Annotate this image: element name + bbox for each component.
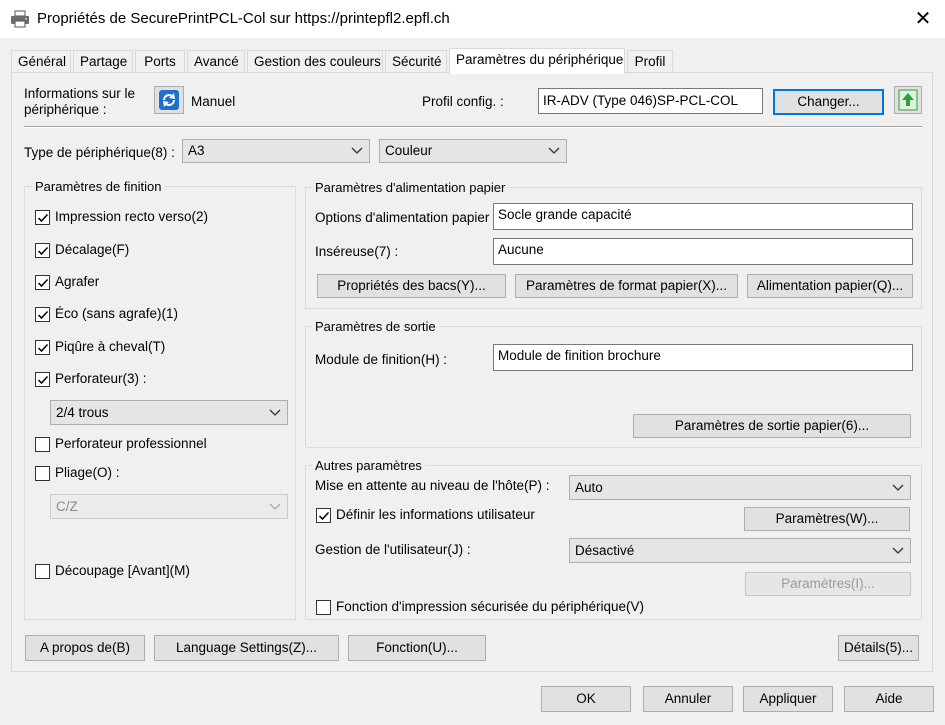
chevron-down-icon xyxy=(892,484,904,491)
close-icon[interactable]: ✕ xyxy=(908,4,938,34)
device-info-label: Informations sur le périphérique : xyxy=(24,86,136,117)
window-title: Propriétés de SecurePrintPCL-Col sur htt… xyxy=(37,10,450,27)
chevron-down-icon xyxy=(269,409,281,416)
inserter-label: Inséreuse(7) : xyxy=(315,244,399,259)
language-settings-button[interactable]: Language Settings(Z)... xyxy=(154,635,339,661)
other-settings-title: Autres paramètres xyxy=(312,458,425,473)
tab-device-settings[interactable]: Paramètres du périphérique xyxy=(449,48,625,74)
upload-button[interactable] xyxy=(894,86,922,114)
paper-source-title: Paramètres d'alimentation papier xyxy=(312,180,509,195)
profile-field[interactable]: IR-ADV (Type 046)SP-PCL-COL xyxy=(538,88,763,114)
user-management-params-button[interactable]: Paramètres(I)... xyxy=(745,572,911,596)
tab-general[interactable]: Général xyxy=(11,50,71,73)
refresh-button[interactable] xyxy=(154,86,184,114)
tab-color-management[interactable]: Gestion des couleurs xyxy=(247,50,383,73)
tab-profile[interactable]: Profil xyxy=(627,50,673,73)
chevron-down-icon xyxy=(548,147,560,154)
finisher-label: Module de finition(H) : xyxy=(315,352,448,367)
checkbox-box xyxy=(35,564,50,579)
paper-options-label: Options d'alimentation papier : xyxy=(315,210,497,225)
user-management-select[interactable]: Désactivé xyxy=(569,538,911,563)
profile-label: Profil config. : xyxy=(422,94,504,109)
details-button[interactable]: Détails(5)... xyxy=(838,635,919,661)
ok-button[interactable]: OK xyxy=(541,686,631,712)
chevron-down-icon xyxy=(269,503,281,510)
refresh-mode: Manuel xyxy=(191,94,236,109)
checkbox-box xyxy=(35,437,50,452)
tray-properties-button[interactable]: Propriétés des bacs(Y)... xyxy=(317,274,506,298)
chevron-down-icon xyxy=(892,547,904,554)
paper-format-button[interactable]: Paramètres de format papier(X)... xyxy=(515,274,738,298)
output-settings-button[interactable]: Paramètres de sortie papier(6)... xyxy=(633,414,911,438)
checkbox-box xyxy=(316,508,331,523)
apply-button[interactable]: Appliquer xyxy=(743,686,833,712)
checkbox-box xyxy=(35,372,50,387)
fold-select[interactable]: C/Z xyxy=(50,494,288,519)
checkbox-box xyxy=(316,600,331,615)
help-button[interactable]: Aide xyxy=(844,686,934,712)
change-button[interactable]: Changer... xyxy=(773,89,884,115)
refresh-icon xyxy=(158,90,180,114)
inserter-field[interactable]: Aucune xyxy=(493,238,913,265)
tab-ports[interactable]: Ports xyxy=(135,50,185,73)
device-type-label: Type de périphérique(8) : xyxy=(24,145,175,160)
paper-feed-button[interactable]: Alimentation papier(Q)... xyxy=(747,274,913,298)
finisher-field[interactable]: Module de finition brochure xyxy=(493,344,913,371)
paper-options-field[interactable]: Socle grande capacité xyxy=(493,203,913,230)
finishing-title: Paramètres de finition xyxy=(32,179,165,194)
tab-sharing[interactable]: Partage xyxy=(73,50,133,73)
tab-advanced[interactable]: Avancé xyxy=(187,50,245,73)
checkbox-box xyxy=(35,340,50,355)
device-type-select[interactable]: A3 xyxy=(182,139,370,163)
user-params-button[interactable]: Paramètres(W)... xyxy=(744,507,910,531)
tab-security[interactable]: Sécurité xyxy=(385,50,447,73)
upload-icon xyxy=(898,89,918,114)
spool-select[interactable]: Auto xyxy=(569,475,911,500)
user-management-label: Gestion de l'utilisateur(J) : xyxy=(315,542,471,557)
checkbox-box xyxy=(35,307,50,322)
output-title: Paramètres de sortie xyxy=(312,319,439,334)
checkbox-box xyxy=(35,243,50,258)
punch-select[interactable]: 2/4 trous xyxy=(50,400,288,425)
checkbox-box xyxy=(35,210,50,225)
chevron-down-icon xyxy=(351,147,363,154)
about-button[interactable]: A propos de(B) xyxy=(25,635,145,661)
color-select[interactable]: Couleur xyxy=(379,139,567,163)
function-button[interactable]: Fonction(U)... xyxy=(348,635,486,661)
printer-icon xyxy=(10,10,30,31)
cancel-button[interactable]: Annuler xyxy=(643,686,733,712)
checkbox-box xyxy=(35,466,50,481)
title-bar: Propriétés de SecurePrintPCL-Col sur htt… xyxy=(0,0,945,38)
checkbox-box xyxy=(35,275,50,290)
spool-label: Mise en attente au niveau de l'hôte(P) : xyxy=(315,478,550,493)
